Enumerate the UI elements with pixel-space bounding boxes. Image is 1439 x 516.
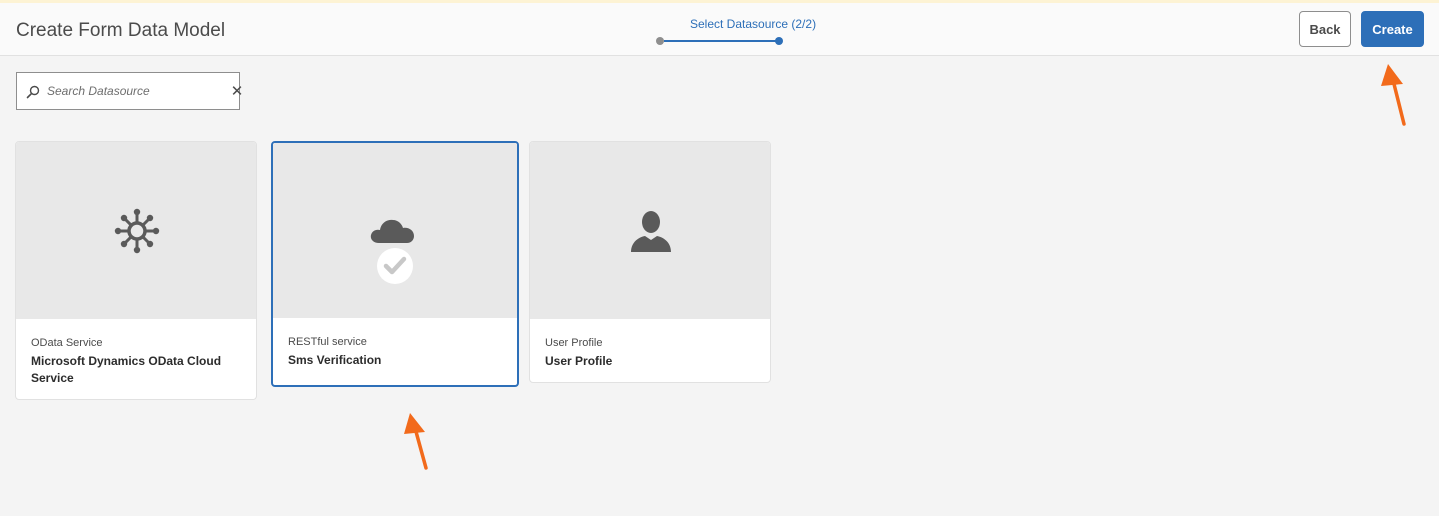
- datasource-type-label: User Profile: [545, 337, 603, 349]
- back-button[interactable]: Back: [1299, 11, 1351, 47]
- create-button[interactable]: Create: [1361, 11, 1424, 47]
- search-input[interactable]: [47, 81, 207, 101]
- clear-search-icon[interactable]: ✕: [229, 84, 245, 100]
- card-thumbnail: [273, 143, 517, 318]
- datasource-card-restful[interactable]: RESTful service Sms Verification: [271, 141, 519, 387]
- datasource-card-odata[interactable]: OData Service Microsoft Dynamics OData C…: [15, 141, 257, 400]
- datasource-card-user-profile[interactable]: User Profile User Profile: [529, 141, 771, 383]
- annotation-arrow-card: [404, 413, 428, 470]
- network-hub-icon: [114, 208, 160, 254]
- page-header: Create Form Data Model Select Datasource…: [0, 3, 1439, 56]
- card-thumbnail: [530, 142, 770, 319]
- card-thumbnail: [16, 142, 256, 319]
- datasource-type-label: OData Service: [31, 337, 103, 349]
- cloud-icon: [370, 219, 414, 243]
- annotation-arrow-create: [1381, 64, 1406, 126]
- wizard-step-1-dot[interactable]: [656, 37, 664, 45]
- wizard-progress-line: [664, 40, 776, 42]
- search-icon: [26, 85, 40, 99]
- user-icon: [631, 211, 671, 252]
- datasource-name: User Profile: [545, 354, 613, 368]
- datasource-type-label: RESTful service: [288, 336, 367, 348]
- search-field: ✕: [16, 72, 243, 110]
- wizard-progress: Select Datasource (2/2): [640, 15, 820, 51]
- wizard-step-2-dot: [775, 37, 783, 45]
- datasource-name: Sms Verification: [288, 353, 382, 367]
- wizard-step-label: Select Datasource (2/2): [690, 17, 817, 31]
- page-title: Create Form Data Model: [16, 20, 226, 41]
- datasource-name: Microsoft Dynamics OData Cloud Service: [31, 354, 222, 385]
- selected-checkmark-icon: [377, 248, 413, 284]
